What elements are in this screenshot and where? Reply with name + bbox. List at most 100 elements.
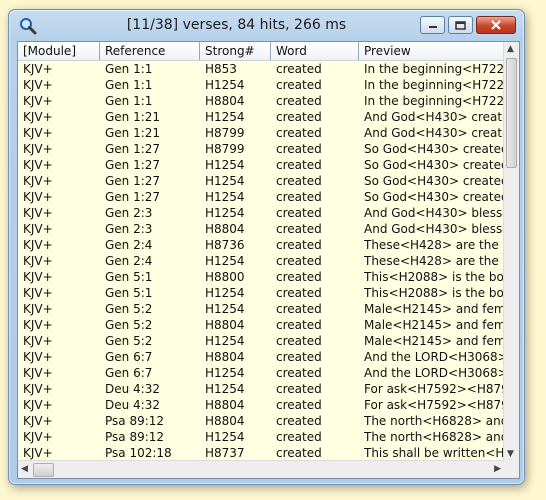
table-row[interactable]: KJV+ Gen 1:1 H1254 created In the beginning<… (18, 77, 504, 93)
cell-word: created (276, 334, 322, 348)
cell-preview: This shall be written<H37 (364, 446, 504, 460)
cell-word: created (276, 78, 322, 92)
cell-module: KJV+ (23, 238, 53, 252)
cell-word: created (276, 270, 322, 284)
table-row[interactable]: KJV+ Gen 1:21 H1254 created And God<H430> cr… (18, 109, 504, 125)
column-header-row: [Module] Reference Strong# Word Preview (18, 42, 504, 61)
table-row[interactable]: KJV+ Gen 1:27 H1254 created So God<H430> cre… (18, 173, 504, 189)
cell-preview: In the beginning<H7225> (364, 94, 504, 108)
cell-module: KJV+ (23, 318, 53, 332)
table-row[interactable]: KJV+ Gen 6:7 H1254 created And the LORD<H306… (18, 365, 504, 381)
table-row[interactable]: KJV+ Gen 2:3 H8804 created And God<H430> ble… (18, 221, 504, 237)
cell-reference: Gen 1:21 (105, 110, 161, 124)
horizontal-scrollbar[interactable]: ◀ ▶ (18, 460, 504, 478)
table-row[interactable]: KJV+ Gen 5:1 H1254 created This<H2088> is th… (18, 285, 504, 301)
column-header-word[interactable]: Word (271, 42, 359, 60)
scroll-down-icon[interactable]: ▼ (507, 448, 514, 460)
maximize-button[interactable] (448, 16, 473, 34)
minimize-button[interactable] (420, 16, 445, 34)
table-row[interactable]: KJV+ Gen 1:27 H1254 created So God<H430> cre… (18, 157, 504, 173)
cell-module: KJV+ (23, 222, 53, 236)
table-row[interactable]: KJV+ Gen 5:2 H1254 created Male<H2145> and f… (18, 333, 504, 349)
cell-module: KJV+ (23, 366, 53, 380)
cell-reference: Psa 89:12 (105, 414, 165, 428)
table-row[interactable]: KJV+ Gen 1:1 H8804 created In the beginning<… (18, 93, 504, 109)
column-header-module[interactable]: [Module] (18, 42, 100, 60)
horizontal-scroll-thumb[interactable] (33, 463, 54, 477)
cell-module: KJV+ (23, 398, 53, 412)
cell-word: created (276, 398, 322, 412)
scroll-right-icon[interactable]: ▶ (494, 463, 501, 475)
table-row[interactable]: KJV+ Gen 2:4 H8736 created These<H428> are t… (18, 237, 504, 253)
cell-preview: In the beginning<H7225> (364, 62, 504, 76)
table-row[interactable]: KJV+ Gen 1:27 H1254 created So God<H430> cre… (18, 189, 504, 205)
cell-module: KJV+ (23, 206, 53, 220)
cell-word: created (276, 414, 322, 428)
table-row[interactable]: KJV+ Gen 5:2 H1254 created Male<H2145> and f… (18, 301, 504, 317)
table-row[interactable]: KJV+ Deu 4:32 H1254 created For ask<H7592><H… (18, 381, 504, 397)
table-row[interactable]: KJV+ Gen 1:1 H853 created In the beginning<H… (18, 61, 504, 77)
cell-module: KJV+ (23, 254, 53, 268)
scroll-up-icon[interactable]: ▲ (507, 43, 514, 55)
cell-strong: H1254 (205, 206, 245, 220)
cell-reference: Gen 5:1 (105, 270, 153, 284)
cell-strong: H8799 (205, 126, 245, 140)
cell-word: created (276, 318, 322, 332)
cell-word: created (276, 62, 322, 76)
scroll-left-icon[interactable]: ◀ (21, 463, 28, 475)
cell-strong: H1254 (205, 430, 245, 444)
cell-preview: Male<H2145> and female (364, 318, 504, 332)
vertical-scrollbar[interactable]: ▲ ▼ (503, 42, 519, 461)
cell-strong: H1254 (205, 190, 245, 204)
cell-reference: Gen 1:27 (105, 190, 161, 204)
table-row[interactable]: KJV+ Gen 2:3 H1254 created And God<H430> ble… (18, 205, 504, 221)
cell-reference: Deu 4:32 (105, 398, 160, 412)
cell-preview: And God<H430> blessed< (364, 206, 504, 220)
cell-module: KJV+ (23, 94, 53, 108)
cell-module: KJV+ (23, 414, 53, 428)
cell-word: created (276, 382, 322, 396)
table-row[interactable]: KJV+ Gen 1:27 H8799 created So God<H430> cre… (18, 141, 504, 157)
table-row[interactable]: KJV+ Deu 4:32 H8804 created For ask<H7592><H… (18, 397, 504, 413)
table-row[interactable]: KJV+ Gen 2:4 H1254 created These<H428> are t… (18, 253, 504, 269)
cell-word: created (276, 126, 322, 140)
close-button[interactable] (476, 16, 516, 34)
cell-module: KJV+ (23, 110, 53, 124)
cell-preview: And the LORD<H3068> sa (364, 350, 504, 364)
table-row[interactable]: KJV+ Psa 102:18 H8737 created This shall be … (18, 445, 504, 461)
column-header-preview[interactable]: Preview (359, 42, 519, 60)
cell-preview: Male<H2145> and female (364, 334, 504, 348)
cell-strong: H8800 (205, 270, 245, 284)
cell-word: created (276, 254, 322, 268)
cell-strong: H1254 (205, 286, 245, 300)
vertical-scroll-thumb[interactable] (506, 58, 517, 168)
cell-preview: This<H2088> is the book< (364, 270, 504, 284)
table-row[interactable]: KJV+ Gen 5:1 H8800 created This<H2088> is th… (18, 269, 504, 285)
cell-strong: H8804 (205, 222, 245, 236)
cell-module: KJV+ (23, 62, 53, 76)
cell-reference: Psa 89:12 (105, 430, 165, 444)
cell-module: KJV+ (23, 430, 53, 444)
column-header-reference[interactable]: Reference (100, 42, 200, 60)
cell-module: KJV+ (23, 78, 53, 92)
table-row[interactable]: KJV+ Psa 89:12 H8804 created The north<H6828… (18, 413, 504, 429)
column-header-strong[interactable]: Strong# (200, 42, 271, 60)
table-row[interactable]: KJV+ Psa 89:12 H1254 created The north<H6828… (18, 429, 504, 445)
cell-word: created (276, 366, 322, 380)
table-row[interactable]: KJV+ Gen 1:21 H8799 created And God<H430> cr… (18, 125, 504, 141)
table-row[interactable]: KJV+ Gen 6:7 H8804 created And the LORD<H306… (18, 349, 504, 365)
results-list[interactable]: [Module] Reference Strong# Word Preview … (17, 41, 520, 479)
search-results-window: [11/38] verses, 84 hits, 266 ms [Module]… (8, 9, 525, 485)
cell-strong: H1254 (205, 334, 245, 348)
table-row[interactable]: KJV+ Gen 5:2 H8804 created Male<H2145> and f… (18, 317, 504, 333)
cell-module: KJV+ (23, 334, 53, 348)
cell-strong: H8736 (205, 238, 245, 252)
cell-preview: These<H428> are the gen (364, 254, 504, 268)
cell-preview: This<H2088> is the book< (364, 286, 504, 300)
title-bar[interactable]: [11/38] verses, 84 hits, 266 ms (9, 10, 524, 40)
cell-reference: Gen 1:27 (105, 142, 161, 156)
cell-word: created (276, 206, 322, 220)
close-icon (491, 20, 501, 30)
cell-module: KJV+ (23, 190, 53, 204)
cell-strong: H8804 (205, 318, 245, 332)
